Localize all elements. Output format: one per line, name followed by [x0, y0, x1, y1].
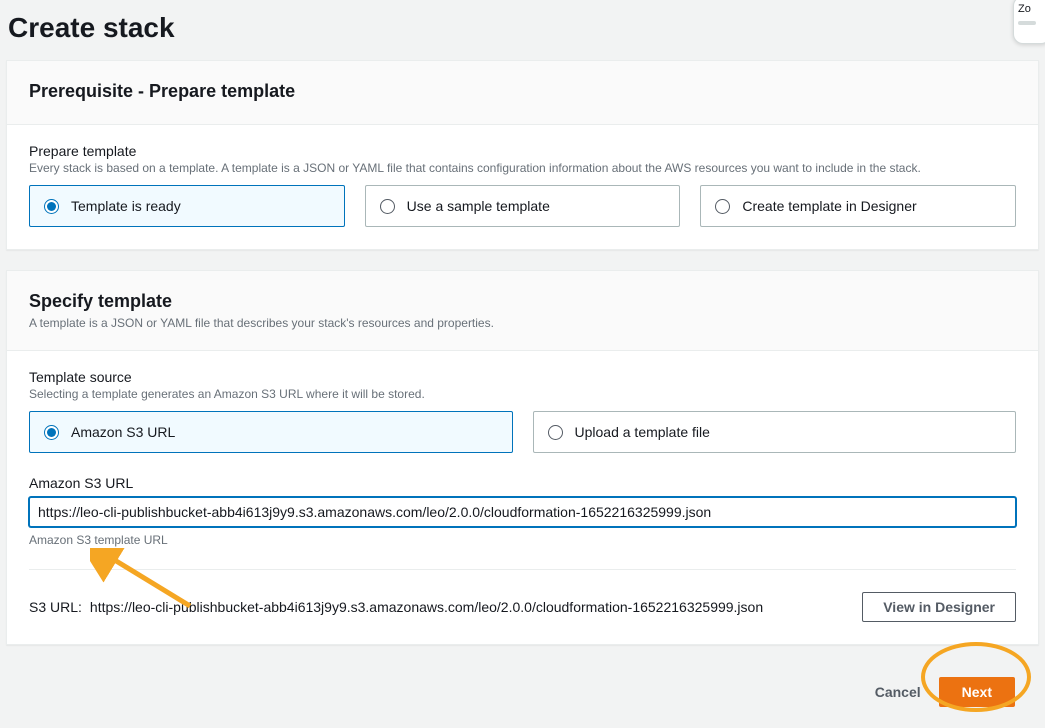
corner-widget: Zo [1013, 0, 1045, 44]
s3-url-help: Amazon S3 template URL [29, 533, 1016, 547]
footer: Cancel Next [0, 665, 1045, 727]
tile-sample-template[interactable]: Use a sample template [365, 185, 681, 227]
s3-url-input[interactable] [29, 497, 1016, 527]
corner-text: Zo [1018, 3, 1031, 15]
tile-template-ready[interactable]: Template is ready [29, 185, 345, 227]
template-source-help: Selecting a template generates an Amazon… [29, 387, 1016, 401]
tile-label: Amazon S3 URL [71, 424, 175, 440]
divider [29, 569, 1016, 570]
prereq-title: Prerequisite - Prepare template [29, 81, 1016, 102]
next-button[interactable]: Next [939, 677, 1015, 707]
specify-subtitle: A template is a JSON or YAML file that d… [29, 316, 1016, 330]
template-source-label: Template source [29, 369, 1016, 385]
tile-create-designer[interactable]: Create template in Designer [700, 185, 1016, 227]
radio-icon [548, 425, 563, 440]
tile-label: Create template in Designer [742, 198, 916, 214]
tile-label: Upload a template file [575, 424, 710, 440]
tile-upload-file[interactable]: Upload a template file [533, 411, 1017, 453]
s3-url-label: Amazon S3 URL [29, 475, 1016, 491]
prepare-template-label: Prepare template [29, 143, 1016, 159]
tile-label: Template is ready [71, 198, 181, 214]
radio-icon [44, 199, 59, 214]
radio-icon [380, 199, 395, 214]
tile-label: Use a sample template [407, 198, 550, 214]
tile-amazon-s3-url[interactable]: Amazon S3 URL [29, 411, 513, 453]
panel-specify-template: Specify template A template is a JSON or… [6, 270, 1039, 645]
specify-title: Specify template [29, 291, 1016, 312]
panel-prerequisite: Prerequisite - Prepare template Prepare … [6, 60, 1039, 250]
s3-url-row-value: https://leo-cli-publishbucket-abb4i613j9… [90, 599, 842, 615]
radio-icon [44, 425, 59, 440]
corner-bar [1018, 21, 1036, 25]
page-title: Create stack [0, 0, 1045, 60]
s3-url-row-label: S3 URL: [29, 599, 82, 615]
radio-icon [715, 199, 730, 214]
cancel-button[interactable]: Cancel [875, 684, 921, 700]
view-in-designer-button[interactable]: View in Designer [862, 592, 1016, 622]
prepare-template-help: Every stack is based on a template. A te… [29, 161, 1016, 175]
